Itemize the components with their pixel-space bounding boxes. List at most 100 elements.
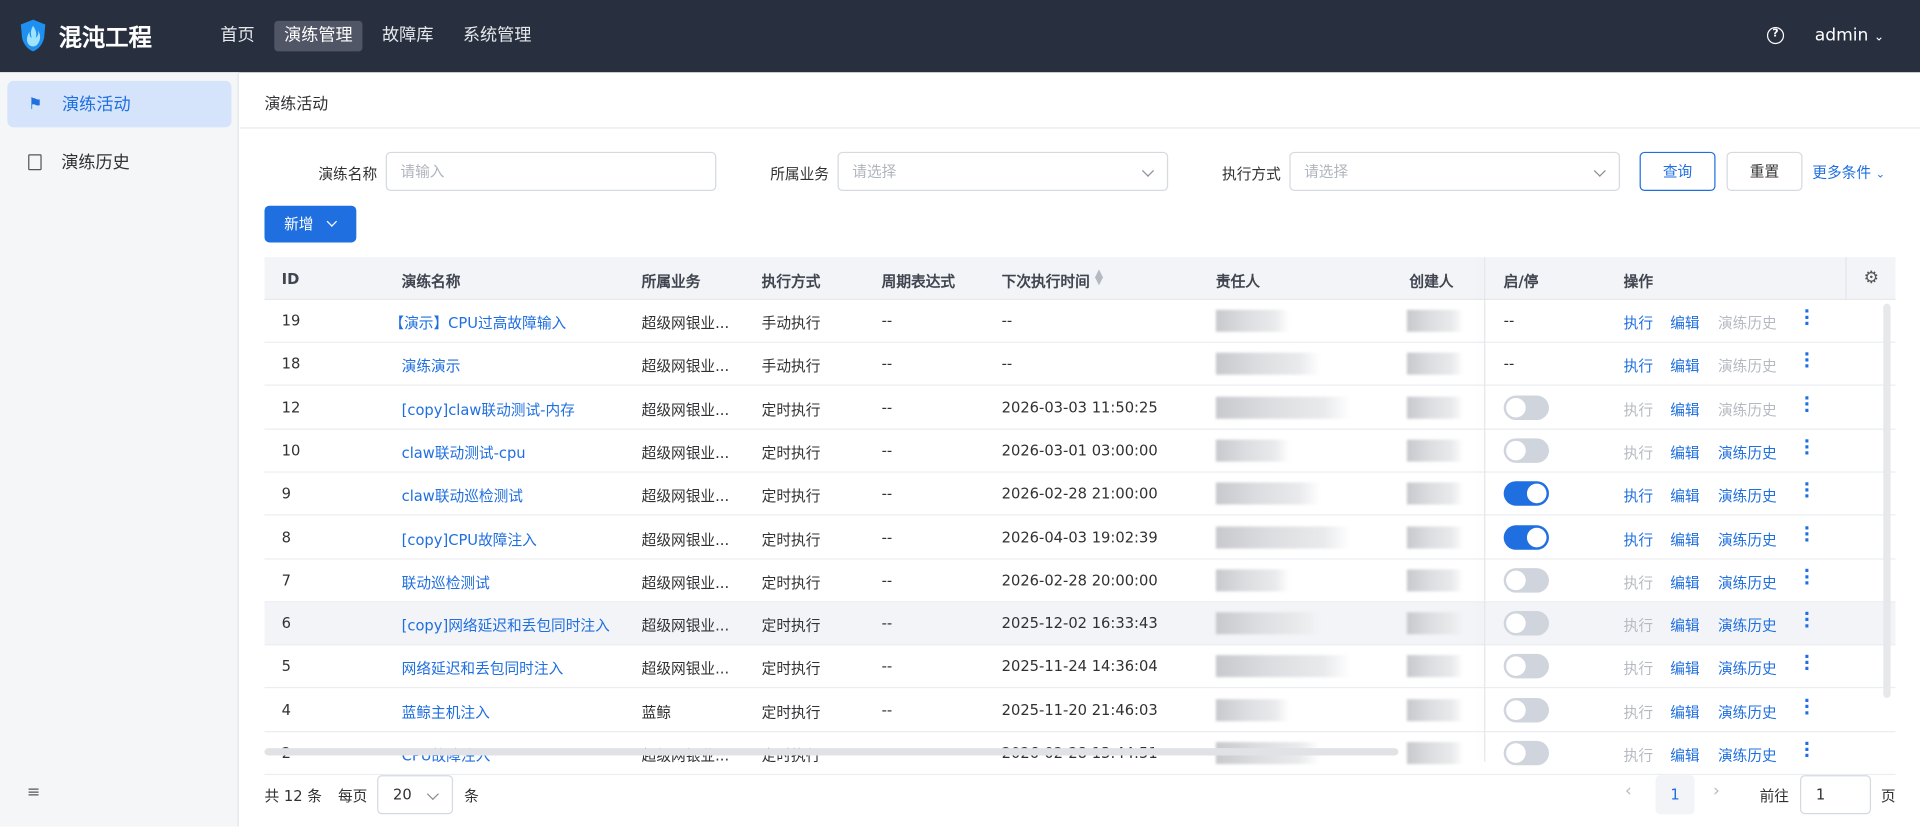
prev-page-icon[interactable]: ‹ <box>1625 781 1632 801</box>
query-button[interactable]: 查询 <box>1639 151 1716 192</box>
edit-link[interactable]: 编辑 <box>1670 658 1699 679</box>
creator-redacted <box>1406 353 1464 376</box>
edit-link[interactable]: 编辑 <box>1670 485 1699 506</box>
horizontal-scrollbar[interactable] <box>264 748 1399 756</box>
gear-icon[interactable]: ⚙ <box>1864 268 1879 288</box>
table-row: 10 claw联动测试-cpu 超级网银业... 定时执行 -- 2026-03… <box>264 430 1896 473</box>
next-page-icon[interactable]: › <box>1713 781 1720 801</box>
history-link[interactable]: 演练历史 <box>1718 615 1777 636</box>
history-link[interactable]: 演练历史 <box>1718 399 1777 420</box>
cell-mode: 定时执行 <box>761 401 821 419</box>
cell-next-run: 2026-04-03 19:02:39 <box>1001 528 1158 546</box>
edit-link[interactable]: 编辑 <box>1670 701 1699 722</box>
history-link[interactable]: 演练历史 <box>1718 572 1777 593</box>
page-suffix: 页 <box>1880 787 1896 805</box>
chevron-down-icon <box>426 788 439 801</box>
nav-drill-management[interactable]: 演练管理 <box>274 20 363 52</box>
more-vertical-icon[interactable]: · · · <box>1804 563 1811 592</box>
business-select[interactable]: 请选择 <box>837 151 1169 192</box>
page-1-button[interactable]: 1 <box>1655 775 1695 815</box>
mode-select[interactable]: 请选择 <box>1289 151 1621 192</box>
more-vertical-icon[interactable]: · · · <box>1804 477 1811 506</box>
chevron-down-icon <box>1141 164 1155 177</box>
history-link[interactable]: 演练历史 <box>1718 701 1777 722</box>
run-link[interactable]: 执行 <box>1624 355 1653 376</box>
drill-name-link[interactable]: 网络延迟和丢包同时注入 <box>402 658 564 679</box>
more-vertical-icon[interactable]: · · · <box>1804 693 1811 722</box>
enable-toggle[interactable] <box>1503 611 1549 636</box>
drill-name-link[interactable]: 蓝鲸主机注入 <box>402 701 490 722</box>
nav-fault-library[interactable]: 故障库 <box>372 21 443 52</box>
drill-name-link[interactable]: claw联动巡检测试 <box>402 485 523 506</box>
drill-name-input[interactable]: 请输入 <box>385 151 717 192</box>
sort-icon[interactable]: ▲ ▼ <box>1095 269 1103 287</box>
run-link[interactable]: 执行 <box>1624 572 1653 593</box>
drill-name-link[interactable]: 联动巡检测试 <box>402 572 490 593</box>
add-button[interactable]: 新增 <box>264 205 357 243</box>
history-link[interactable]: 演练历史 <box>1718 355 1777 376</box>
more-vertical-icon[interactable]: · · · <box>1804 433 1811 462</box>
run-link[interactable]: 执行 <box>1624 701 1653 722</box>
run-link[interactable]: 执行 <box>1624 399 1653 420</box>
run-link[interactable]: 执行 <box>1624 658 1653 679</box>
edit-link[interactable]: 编辑 <box>1670 442 1699 463</box>
drill-name-link[interactable]: [copy]claw联动测试-内存 <box>402 399 575 420</box>
more-vertical-icon[interactable]: · · · <box>1804 347 1811 376</box>
history-link[interactable]: 演练历史 <box>1718 658 1777 679</box>
enable-toggle[interactable] <box>1503 481 1549 506</box>
reset-button[interactable]: 重置 <box>1726 151 1803 192</box>
run-link[interactable]: 执行 <box>1624 528 1653 549</box>
help-icon[interactable]: ? <box>1766 26 1785 45</box>
header-next-run[interactable]: 下次执行时间 <box>1002 271 1090 292</box>
chevron-down-icon: ⌄ <box>1873 30 1885 45</box>
edit-link[interactable]: 编辑 <box>1670 528 1699 549</box>
more-vertical-icon[interactable]: · · · <box>1804 606 1811 635</box>
enable-toggle[interactable] <box>1503 654 1549 679</box>
enable-toggle[interactable] <box>1503 438 1549 463</box>
collapse-sidebar-icon[interactable]: ≡ <box>27 784 40 802</box>
page-size-select[interactable]: 20 <box>377 775 454 815</box>
history-link[interactable]: 演练历史 <box>1718 485 1777 506</box>
nav-system-management[interactable]: 系统管理 <box>453 21 541 52</box>
enable-toggle[interactable] <box>1503 567 1549 593</box>
logo[interactable]: 混沌工程 <box>20 18 152 52</box>
drill-name-link[interactable]: 【演示】CPU过高故障输入 <box>389 312 566 333</box>
more-conditions-link[interactable]: 更多条件 ⌄ <box>1812 162 1885 183</box>
vertical-scrollbar[interactable] <box>1883 303 1891 698</box>
run-link[interactable]: 执行 <box>1624 312 1653 333</box>
sidebar-item-drill-history[interactable]: 演练历史 <box>7 138 231 185</box>
more-vertical-icon[interactable]: · · · <box>1804 649 1811 678</box>
edit-link[interactable]: 编辑 <box>1670 615 1699 636</box>
history-link[interactable]: 演练历史 <box>1718 442 1777 463</box>
run-link[interactable]: 执行 <box>1624 442 1653 463</box>
goto-page-input[interactable]: 1 <box>1800 775 1872 815</box>
cell-cron: -- <box>881 658 893 676</box>
nav-home[interactable]: 首页 <box>211 21 265 52</box>
edit-link[interactable]: 编辑 <box>1670 312 1699 333</box>
enable-toggle[interactable] <box>1503 697 1549 723</box>
edit-link[interactable]: 编辑 <box>1670 355 1699 376</box>
edit-link[interactable]: 编辑 <box>1670 744 1699 765</box>
drill-name-link[interactable]: claw联动测试-cpu <box>402 442 526 463</box>
edit-link[interactable]: 编辑 <box>1670 399 1699 420</box>
chevron-down-icon: ⌄ <box>1875 168 1885 182</box>
drill-name-link[interactable]: [copy]网络延迟和丢包同时注入 <box>402 615 610 636</box>
enable-toggle[interactable] <box>1503 740 1549 766</box>
enable-toggle[interactable] <box>1503 395 1549 420</box>
edit-link[interactable]: 编辑 <box>1670 572 1699 593</box>
run-link[interactable]: 执行 <box>1624 485 1653 506</box>
run-link[interactable]: 执行 <box>1624 744 1653 765</box>
more-vertical-icon[interactable]: · · · <box>1804 390 1811 419</box>
enable-toggle[interactable] <box>1503 524 1549 550</box>
more-vertical-icon[interactable]: · · · <box>1804 304 1811 333</box>
drill-name-link[interactable]: [copy]CPU故障注入 <box>402 528 537 549</box>
history-link[interactable]: 演练历史 <box>1718 312 1777 333</box>
sidebar-item-drill-activity[interactable]: ⚑ 演练活动 <box>7 80 232 128</box>
user-menu[interactable]: admin ⌄ <box>1815 26 1884 46</box>
more-vertical-icon[interactable]: · · · <box>1804 736 1811 765</box>
drill-name-link[interactable]: 演练演示 <box>402 355 461 376</box>
more-vertical-icon[interactable]: · · · <box>1804 520 1811 549</box>
history-link[interactable]: 演练历史 <box>1718 744 1777 765</box>
run-link[interactable]: 执行 <box>1624 615 1653 636</box>
history-link[interactable]: 演练历史 <box>1718 528 1777 549</box>
